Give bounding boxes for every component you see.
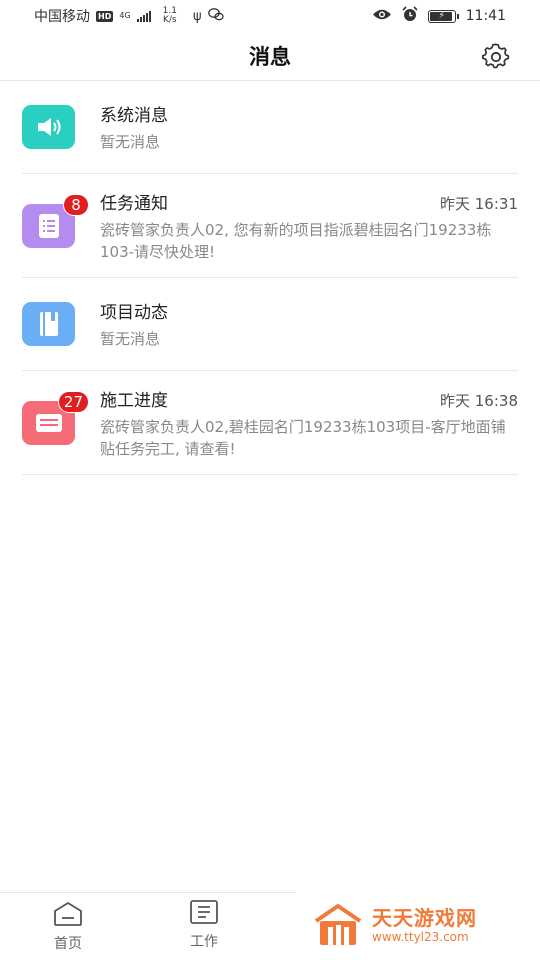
message-preview: 暂无消息	[100, 330, 161, 348]
message-title: 任务通知	[100, 193, 168, 214]
wechat-icon	[207, 7, 224, 25]
list-item-task-notice[interactable]: 8 任务通知 昨天 16:31 瓷砖管家负责人02, 您有新的项目指派碧桂园名门…	[22, 174, 518, 278]
message-icon	[22, 302, 75, 346]
tab-label: 工作	[190, 934, 218, 950]
message-title: 施工进度	[100, 390, 168, 411]
message-top: 系统消息	[100, 101, 518, 126]
message-time: 昨天 16:31	[440, 194, 518, 213]
watermark-name: 天天游戏网	[372, 906, 477, 930]
status-right: ⚡ 11:41	[372, 6, 506, 26]
message-body: 项目动态 暂无消息	[100, 298, 518, 350]
unread-count-badge: 8	[63, 193, 89, 216]
tab-home[interactable]: 首页	[0, 893, 136, 960]
message-body: 任务通知 昨天 16:31 瓷砖管家负责人02, 您有新的项目指派碧桂园名门19…	[100, 189, 518, 263]
clock-time: 11:41	[465, 8, 506, 24]
message-body: 施工进度 昨天 16:38 瓷砖管家负责人02,碧桂园名门19233栋103项目…	[100, 386, 518, 460]
message-preview: 暂无消息	[100, 133, 161, 151]
progress-card-icon	[35, 413, 62, 432]
carrier-name: 中国移动	[34, 9, 90, 25]
page-header: 消息	[0, 32, 540, 81]
list-item-system-message[interactable]: 系统消息 暂无消息	[22, 81, 518, 174]
list-item-project-updates[interactable]: 项目动态 暂无消息	[22, 278, 518, 371]
gear-icon	[481, 43, 510, 69]
page-title: 消息	[249, 45, 291, 69]
work-icon	[190, 900, 218, 924]
network-speed: 1.1 K/s	[163, 7, 177, 25]
speaker-icon	[37, 118, 60, 136]
tab-label: 首页	[54, 936, 82, 952]
unread-count-badge: 27	[57, 390, 89, 413]
tab-work[interactable]: 工作	[136, 893, 272, 960]
message-preview: 瓷砖管家负责人02,碧桂园名门19233栋103项目-客厅地面铺贴任务完工, 请…	[100, 417, 506, 458]
message-list: 系统消息 暂无消息 8 任务通知 昨天 16:31 瓷砖管家负责人02, 您有新…	[22, 81, 518, 475]
message-preview: 瓷砖管家负责人02, 您有新的项目指派碧桂园名门19233栋103-请尽快处理!	[100, 220, 492, 261]
message-top: 任务通知 昨天 16:31	[100, 189, 518, 214]
home-icon	[54, 902, 82, 926]
eye-icon	[372, 8, 392, 25]
network-type: 4G	[119, 12, 130, 20]
message-title: 项目动态	[100, 303, 168, 323]
status-bar: 中国移动 HD 4G 1.1 K/s ψ ⚡ 11:41	[0, 0, 540, 32]
watermark-text: 天天游戏网 www.ttyl23.com	[372, 906, 477, 944]
message-top: 项目动态	[100, 298, 518, 323]
message-top: 施工进度 昨天 16:38	[100, 386, 518, 411]
house-logo-icon	[314, 904, 362, 945]
notebook-icon	[39, 312, 58, 336]
usb-icon: ψ	[192, 8, 202, 24]
network-type-label: 4G	[119, 11, 131, 20]
status-left: 中国移动 HD 4G 1.1 K/s ψ	[34, 6, 224, 26]
message-icon: 27	[22, 390, 89, 445]
signal-icon	[136, 10, 151, 22]
task-list-icon	[38, 213, 59, 238]
battery-icon: ⚡	[427, 9, 459, 23]
message-title: 系统消息	[100, 106, 168, 126]
settings-button[interactable]	[480, 41, 512, 73]
alarm-icon	[402, 6, 418, 26]
message-icon	[22, 105, 75, 149]
message-time: 昨天 16:38	[440, 391, 518, 410]
network-speed-unit: K/s	[162, 15, 177, 25]
list-item-construction-progress[interactable]: 27 施工进度 昨天 16:38 瓷砖管家负责人02,碧桂园名门19233栋10…	[22, 371, 518, 475]
hd-badge: HD	[96, 10, 114, 22]
watermark-url: www.ttyl23.com	[372, 930, 469, 944]
watermark-logo: 天天游戏网 www.ttyl23.com	[312, 900, 512, 950]
message-icon: 8	[22, 193, 89, 248]
bottom-tab-bar: 首页 工作	[0, 892, 296, 960]
message-body: 系统消息 暂无消息	[100, 101, 518, 153]
